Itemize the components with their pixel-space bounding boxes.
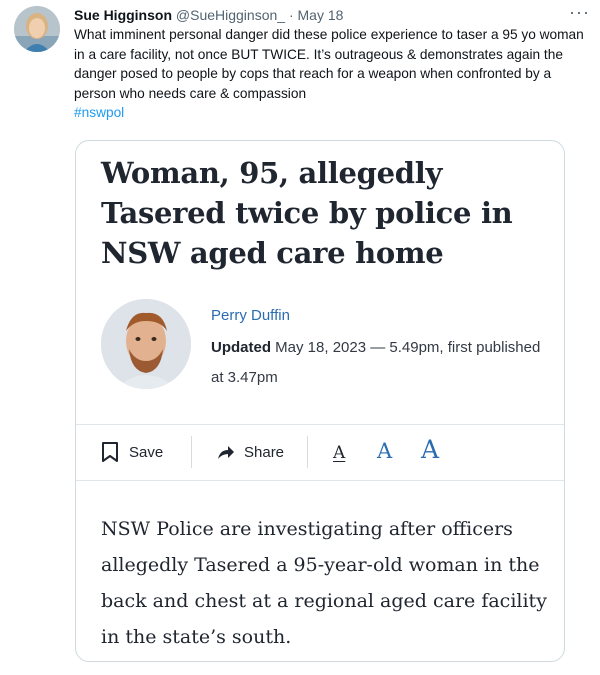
bookmark-icon [102,442,118,462]
author-name[interactable]: Sue Higginson [74,7,172,23]
article-updated-info: Updated May 18, 2023 — 5.49pm, first pub… [211,333,541,393]
share-arrow-icon [218,446,234,459]
save-label: Save [129,443,164,461]
header-separator: · [288,7,294,23]
author-avatar-image [14,6,60,52]
reporter-photo [101,299,191,389]
hashtag-link[interactable]: #nswpol [74,105,124,120]
reporter-name-link[interactable]: Perry Duffin [211,307,290,324]
article-card[interactable]: Woman, 95, allegedly Tasered twice by po… [75,140,565,662]
toolbar-separator [307,436,308,468]
tweet-date[interactable]: May 18 [298,7,344,23]
font-size-large-button[interactable]: A [421,435,439,464]
tweet-body: What imminent personal danger did these … [74,27,584,101]
tweet-header: Sue Higginson @SueHigginson_ · May 18 [74,5,586,25]
author-avatar[interactable] [14,6,60,52]
font-size-medium-button[interactable]: A [377,439,392,463]
article-lede: NSW Police are investigating after offic… [101,518,547,648]
share-label: Share [244,443,285,461]
updated-label: Updated [211,339,271,356]
share-button[interactable]: Share [216,424,284,480]
author-handle[interactable]: @SueHigginson_ [176,7,285,23]
more-horizontal-icon[interactable]: ··· [569,2,590,23]
tweet-text: What imminent personal danger did these … [74,25,594,123]
save-button[interactable]: Save [101,424,163,480]
toolbar-separator [191,436,192,468]
article-toolbar: Save Share A A A [76,424,564,480]
article-headline: Woman, 95, allegedly Tasered twice by po… [101,156,513,270]
font-size-small-button[interactable]: A [333,443,345,463]
reporter-face-image [101,299,191,389]
toolbar-bottom-divider [76,480,564,481]
